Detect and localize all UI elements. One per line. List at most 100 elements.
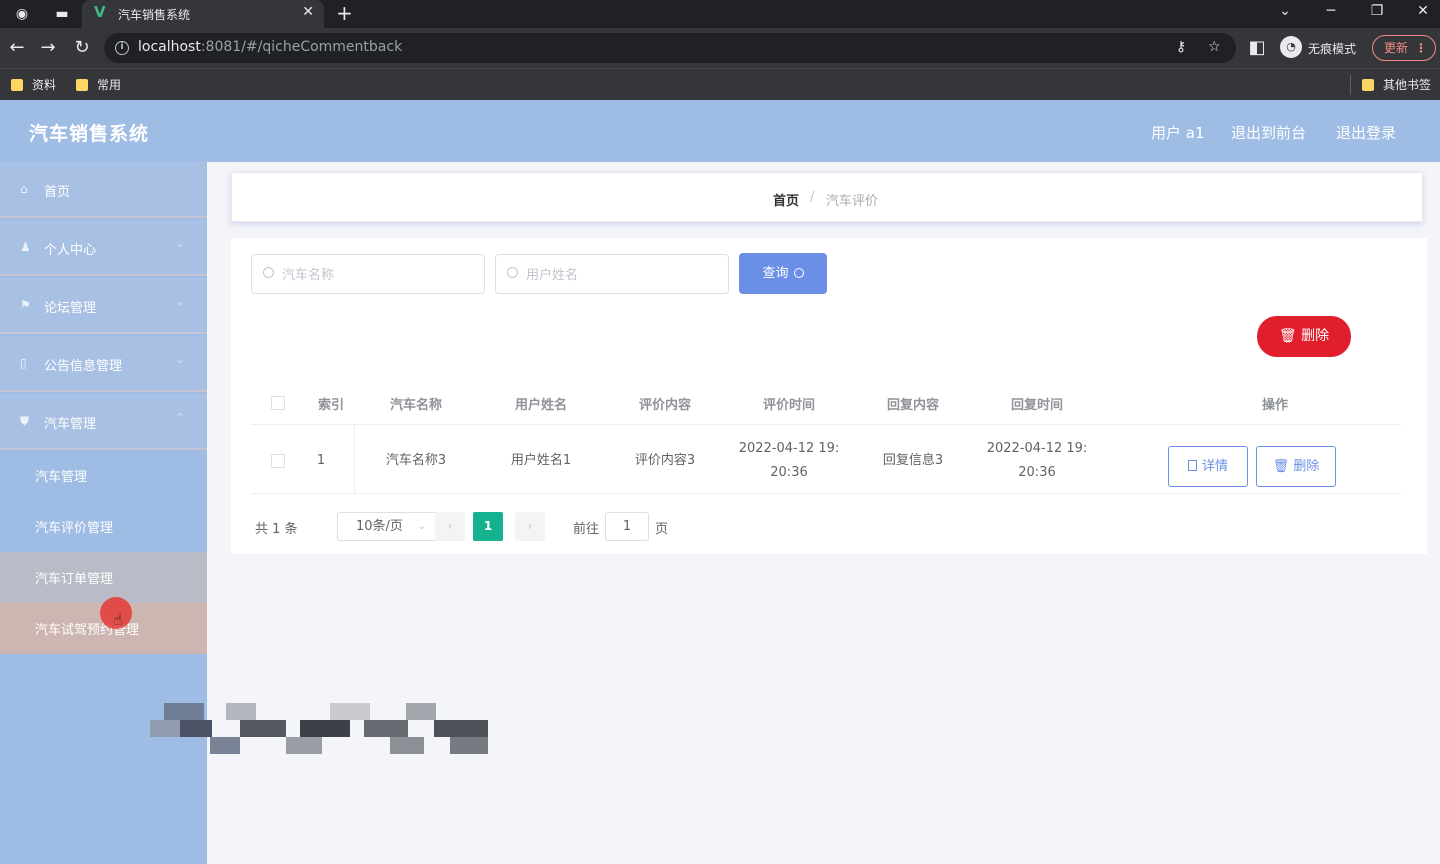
cell-reply-time: 2022-04-12 19: 20:36 xyxy=(986,441,1088,480)
breadcrumb-separator: / xyxy=(810,190,815,205)
browser-tab-active[interactable]: V 汽车销售系统 ✕ xyxy=(82,0,324,28)
car-name-input[interactable] xyxy=(282,264,472,286)
browser-menu-icon[interactable]: ◉ xyxy=(12,4,32,24)
close-tab-icon[interactable]: ✕ xyxy=(302,4,314,20)
select-all-checkbox[interactable] xyxy=(271,396,285,410)
incognito-icon[interactable]: ◔ xyxy=(1280,36,1302,58)
sidebar-item-home[interactable]: ⌂ 首页 xyxy=(0,162,207,218)
bookmark-star-icon[interactable]: ☆ xyxy=(1208,39,1221,55)
sidebar-item-label: 首页 xyxy=(44,185,71,200)
trash-icon: 🗑 xyxy=(1272,459,1290,474)
column-header: 评价内容 xyxy=(638,398,691,413)
sidebar-item-car-management[interactable]: ⛊ 汽车管理 ⌃ xyxy=(0,394,207,450)
restore-icon[interactable]: ❐ xyxy=(1367,3,1387,19)
sidebar: ⌂ 首页 ♟ 个人中心 ⌄ ⚑ 论坛管理 ⌄ ▯ 公告信息管理 ⌄ ⛊ 汽车管理… xyxy=(0,162,207,864)
site-info-icon[interactable]: i xyxy=(115,41,129,55)
minimize-icon[interactable]: ─ xyxy=(1321,3,1341,19)
column-header: 回复时间 xyxy=(1010,398,1063,413)
sidebar-item-personal-center[interactable]: ♟ 个人中心 ⌄ xyxy=(0,220,207,276)
cell-content: 评价内容3 xyxy=(634,453,696,468)
chevron-down-icon: ⌄ xyxy=(175,295,185,308)
cell-index: 1 xyxy=(316,453,326,468)
tab-search-icon[interactable]: ▬ xyxy=(52,4,72,24)
column-header: 操作 xyxy=(1261,398,1288,413)
other-bookmarks[interactable]: 其他书签 xyxy=(1362,76,1431,93)
breadcrumb-current: 汽车评价 xyxy=(826,194,879,209)
submenu-car-comment-management[interactable]: 汽车评价管理 xyxy=(0,501,207,552)
browser-tab-bar: ◉ ▬ V 汽车销售系统 ✕ + ⌄ ─ ❐ ✕ xyxy=(0,0,1440,28)
content-card: 查询 🗑 删除 索引 汽车名称 用户姓名 评价内容 评价时间 回复内容 回复时间… xyxy=(231,238,1427,554)
submenu-label: 汽车订单管理 xyxy=(35,572,114,587)
bookmark-folder-changyong[interactable]: 常用 xyxy=(76,76,121,93)
cell-comment-time: 2022-04-12 19: 20:36 xyxy=(738,441,840,480)
sidebar-item-label: 公告信息管理 xyxy=(44,359,123,374)
logout-link[interactable]: 退出登录 xyxy=(1336,122,1396,143)
query-button[interactable]: 查询 xyxy=(739,253,827,294)
prev-page-button[interactable]: ‹ xyxy=(435,512,465,541)
user-name-input[interactable] xyxy=(526,264,716,286)
bookmarks-bar: 资料 常用 其他书签 xyxy=(0,68,1440,100)
breadcrumb-home[interactable]: 首页 xyxy=(773,190,799,209)
total-count: 共 1 条 xyxy=(255,522,298,537)
page-size-select[interactable]: 10条/页 ⌄ xyxy=(337,512,437,541)
back-to-front-link[interactable]: 退出到前台 xyxy=(1231,122,1306,143)
user-name-search[interactable] xyxy=(495,254,729,294)
car-name-search[interactable] xyxy=(251,254,485,294)
flag-icon: ⚑ xyxy=(20,298,31,312)
submenu-label: 汽车管理 xyxy=(35,470,88,485)
vue-favicon-icon: V xyxy=(94,3,106,21)
submenu-car-management[interactable]: 汽车管理 xyxy=(0,450,207,501)
more-menu-icon: ⋮ xyxy=(1415,41,1427,55)
forward-icon[interactable]: → xyxy=(37,37,59,59)
row-checkbox[interactable] xyxy=(271,454,285,468)
user-icon: ♟ xyxy=(20,240,31,254)
column-header: 回复内容 xyxy=(886,398,939,413)
pagination: 共 1 条 10条/页 ⌄ ‹ 1 › 前往 1 页 xyxy=(255,512,855,542)
tab-list-chevron-icon[interactable]: ⌄ xyxy=(1275,3,1295,19)
url-omnibox[interactable]: i localhost:8081/#/qicheCommentback ⚷ ☆ xyxy=(104,33,1236,63)
home-icon: ⌂ xyxy=(20,182,28,196)
column-header: 评价时间 xyxy=(762,398,815,413)
hand-cursor-icon: ☝ xyxy=(113,610,123,629)
cell-reply: 回复信息3 xyxy=(882,453,944,468)
column-header: 用户姓名 xyxy=(514,398,567,413)
back-icon[interactable]: ← xyxy=(6,37,28,59)
chevron-down-icon: ⌄ xyxy=(175,237,185,250)
browser-address-bar: ← → ↻ i localhost:8081/#/qicheCommentbac… xyxy=(0,28,1440,68)
folder-icon xyxy=(11,79,23,91)
page-number-button[interactable]: 1 xyxy=(473,512,503,541)
new-tab-icon[interactable]: + xyxy=(336,2,353,24)
close-window-icon[interactable]: ✕ xyxy=(1413,3,1433,19)
next-page-button[interactable]: › xyxy=(515,512,545,541)
search-icon xyxy=(793,268,804,278)
goto-page-input[interactable]: 1 xyxy=(605,512,649,541)
breadcrumb: 首页 / 汽车评价 xyxy=(231,172,1423,222)
bookmark-folder-ziliao[interactable]: 资料 xyxy=(11,76,56,93)
folder-icon xyxy=(76,79,88,91)
cell-car-name: 汽车名称3 xyxy=(385,453,447,468)
main-content: 首页 / 汽车评价 查询 🗑 删除 索引 汽车名称 用户姓名 评价内容 评价时间… xyxy=(207,162,1440,864)
bulk-delete-button[interactable]: 🗑 删除 xyxy=(1257,316,1351,357)
submenu-car-order-management[interactable]: 汽车订单管理 xyxy=(0,552,207,603)
document-icon: ▯ xyxy=(20,356,27,370)
bookmarks-separator xyxy=(1350,75,1351,95)
sidebar-item-forum[interactable]: ⚑ 论坛管理 ⌄ xyxy=(0,278,207,334)
sidebar-item-label: 论坛管理 xyxy=(44,301,97,316)
redacted-area xyxy=(150,703,488,754)
folder-icon xyxy=(1362,79,1374,91)
reload-icon[interactable]: ↻ xyxy=(71,37,93,59)
comment-table: 索引 汽车名称 用户姓名 评价内容 评价时间 回复内容 回复时间 操作 1 汽车… xyxy=(251,384,1401,494)
chevron-up-icon: ⌃ xyxy=(175,411,185,424)
sidebar-item-label: 个人中心 xyxy=(44,243,97,258)
chevron-down-icon: ⌄ xyxy=(175,353,185,366)
detail-button[interactable]: 详情 xyxy=(1168,446,1248,487)
side-panel-icon[interactable]: ◧ xyxy=(1246,37,1268,59)
key-icon[interactable]: ⚷ xyxy=(1176,39,1186,55)
document-icon xyxy=(1187,460,1197,471)
sidebar-item-notice[interactable]: ▯ 公告信息管理 ⌄ xyxy=(0,336,207,392)
url-text: localhost:8081/#/qicheCommentback xyxy=(138,39,403,55)
update-button[interactable]: 更新 ⋮ xyxy=(1372,35,1436,61)
incognito-label: 无痕模式 xyxy=(1308,42,1357,56)
submenu-label: 汽车评价管理 xyxy=(35,521,114,536)
row-delete-button[interactable]: 🗑 删除 xyxy=(1256,446,1336,487)
